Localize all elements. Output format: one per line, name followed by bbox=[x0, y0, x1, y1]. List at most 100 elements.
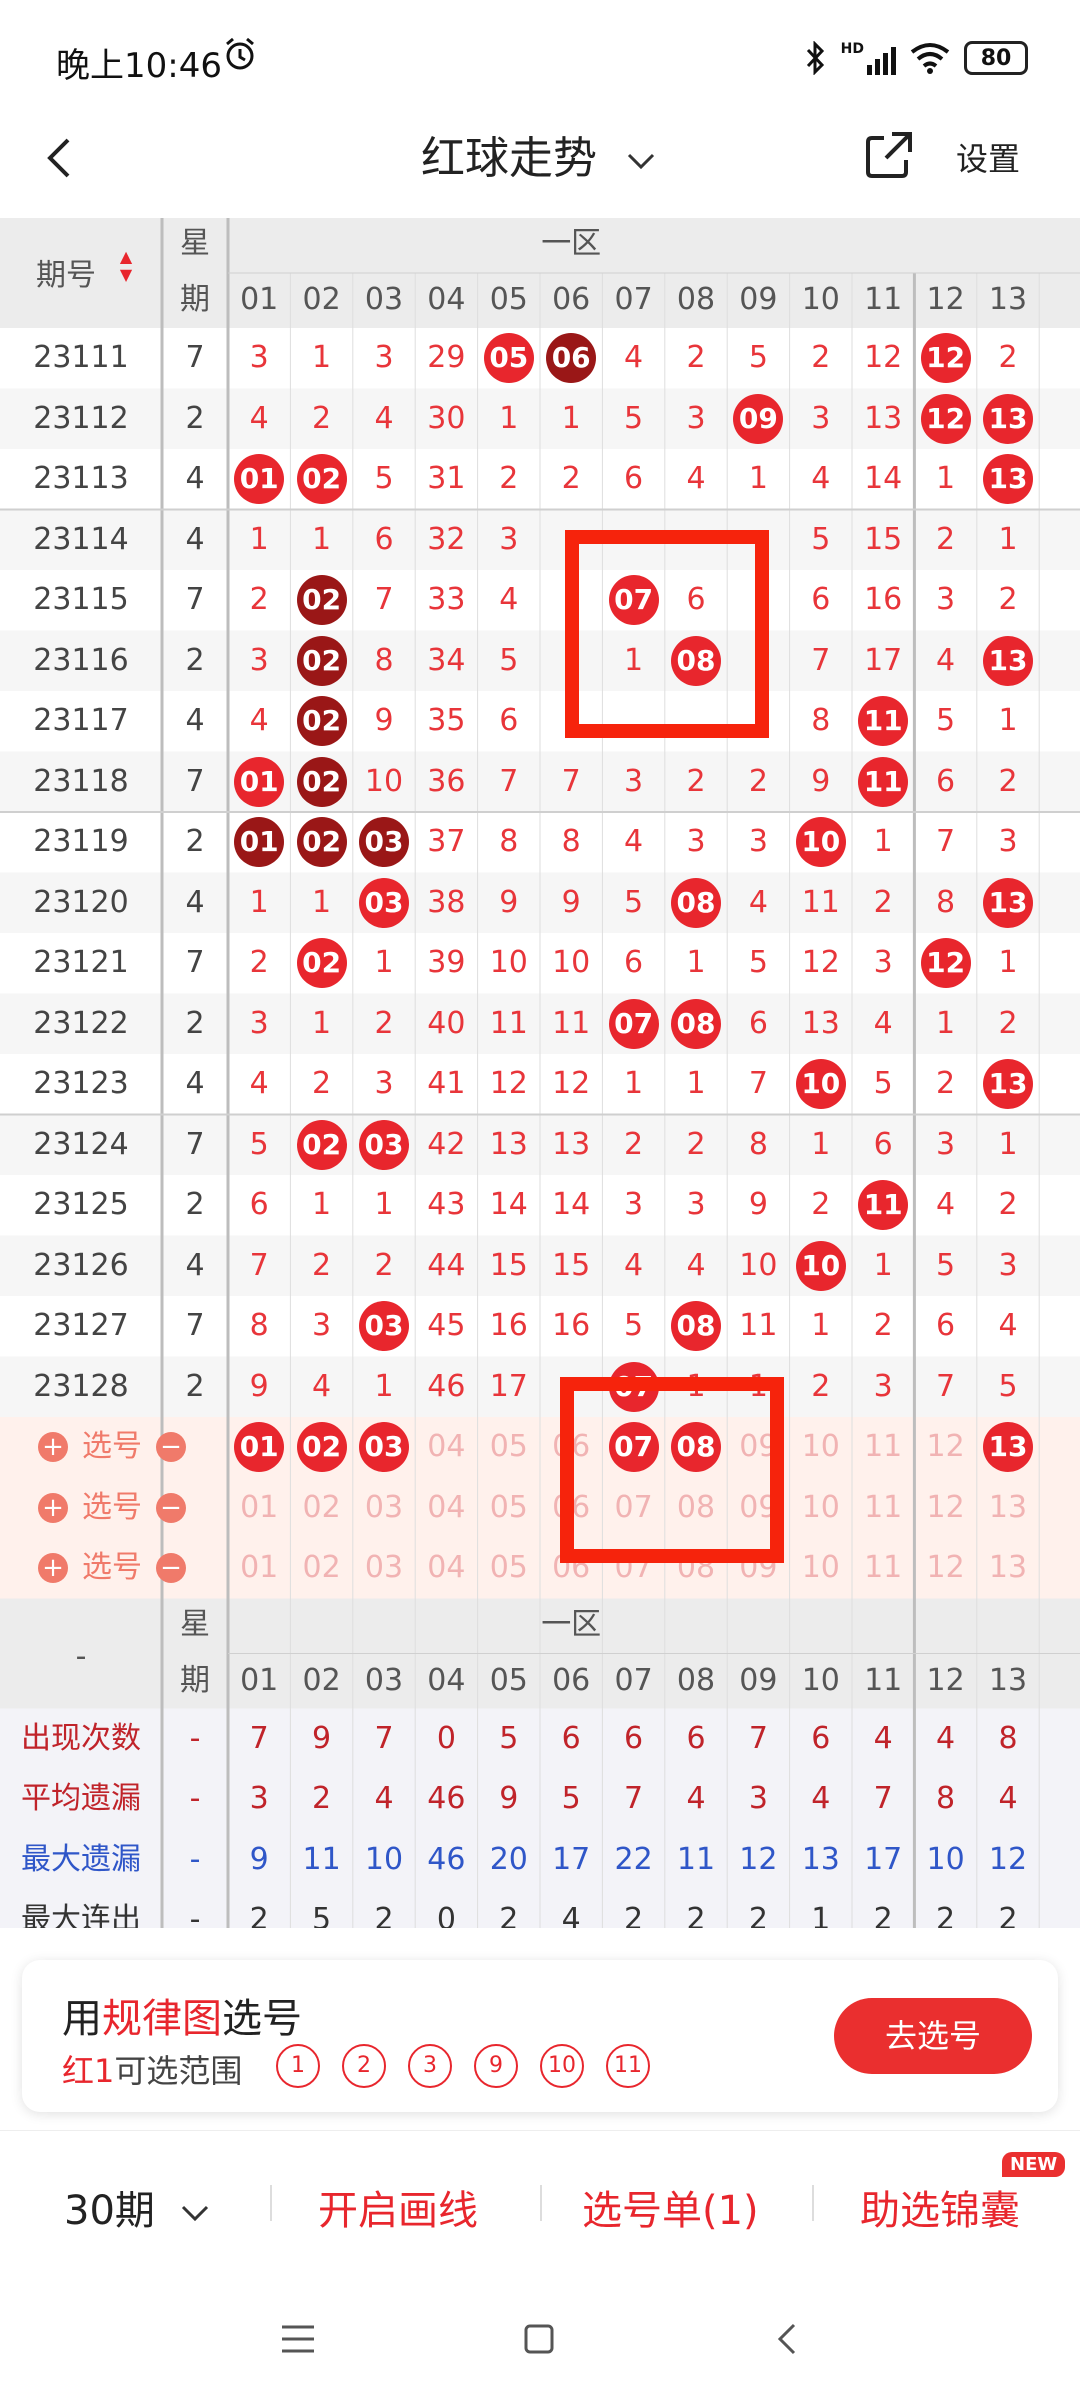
miss-count: 1 bbox=[998, 703, 1018, 738]
sort-icon[interactable]: ▼ bbox=[116, 260, 136, 320]
pick-number[interactable]: 01 bbox=[228, 1478, 290, 1538]
miss-count: 5 bbox=[873, 1066, 893, 1101]
draw-line-button[interactable]: 开启画线 bbox=[318, 2178, 478, 2236]
pick-number[interactable]: 03 bbox=[353, 1478, 415, 1538]
miss-count: 1 bbox=[936, 461, 956, 496]
drawn-ball: 02 bbox=[296, 575, 347, 625]
remove-pick-button[interactable]: − bbox=[156, 1553, 186, 1583]
back-nav-icon[interactable] bbox=[772, 2320, 802, 2358]
pick-number[interactable]: 12 bbox=[914, 1478, 976, 1538]
miss-count: 1 bbox=[686, 945, 706, 980]
miss-count: 1 bbox=[748, 461, 768, 496]
miss-count: 7 bbox=[499, 763, 519, 799]
stats-label: 平均遗漏 bbox=[21, 1781, 141, 1816]
pick-number[interactable]: 04 bbox=[415, 1417, 477, 1477]
go-pick-button[interactable]: 去选号 bbox=[834, 1998, 1032, 2074]
pick-number[interactable]: 10 bbox=[790, 1478, 852, 1538]
selected-pick-ball[interactable]: 02 bbox=[296, 1422, 347, 1472]
selected-pick-ball[interactable]: 13 bbox=[983, 1422, 1033, 1472]
home-icon[interactable] bbox=[522, 2322, 556, 2356]
miss-count: 38 bbox=[427, 884, 466, 920]
stats-value: 46 bbox=[427, 1781, 466, 1816]
col-number-header: 11 bbox=[864, 1662, 903, 1698]
stats-value: 2 bbox=[686, 1902, 706, 1928]
miss-count: 1 bbox=[998, 1126, 1018, 1162]
rule-card-title: 用规律图选号 bbox=[62, 1986, 302, 2044]
miss-count: 9 bbox=[499, 884, 519, 920]
drawn-ball: 12 bbox=[920, 938, 971, 988]
col-week-header: 期 bbox=[180, 282, 210, 317]
pick-number[interactable]: 02 bbox=[290, 1538, 352, 1598]
issue-number: 23124 bbox=[33, 1126, 129, 1162]
miss-count: 7 bbox=[374, 582, 394, 617]
miss-count: 7 bbox=[936, 1368, 956, 1404]
miss-count: 5 bbox=[748, 340, 768, 375]
miss-count: 4 bbox=[374, 400, 394, 436]
pick-number[interactable]: 13 bbox=[977, 1478, 1039, 1538]
col-number-header: 08 bbox=[676, 1662, 716, 1698]
helper-button[interactable]: 助选锦囊 bbox=[860, 2178, 1020, 2236]
pick-number[interactable]: 10 bbox=[790, 1417, 852, 1477]
remove-pick-button[interactable]: − bbox=[156, 1492, 186, 1523]
miss-count: 5 bbox=[624, 400, 644, 436]
miss-count: 6 bbox=[624, 945, 644, 980]
miss-count: 11 bbox=[739, 1308, 778, 1343]
stats-value: 7 bbox=[873, 1781, 893, 1816]
selected-pick-ball[interactable]: 01 bbox=[234, 1422, 285, 1472]
miss-count: 2 bbox=[312, 1247, 332, 1283]
weekday: 7 bbox=[185, 763, 205, 799]
miss-count: 4 bbox=[873, 1005, 893, 1041]
add-pick-button[interactable]: + bbox=[38, 1432, 68, 1462]
pick-number[interactable]: 11 bbox=[852, 1538, 914, 1598]
miss-count: 11 bbox=[489, 1005, 528, 1041]
menu-icon[interactable] bbox=[278, 2322, 318, 2356]
issue-number: 23115 bbox=[33, 582, 129, 617]
settings-button[interactable]: 设置 bbox=[956, 134, 1020, 180]
stats-value: 2 bbox=[624, 1902, 644, 1928]
stats-value: 7 bbox=[748, 1720, 768, 1756]
drawn-ball: 13 bbox=[983, 393, 1033, 444]
issue-number: 23123 bbox=[33, 1066, 129, 1101]
pick-number[interactable]: 11 bbox=[852, 1417, 914, 1477]
pick-number[interactable]: 04 bbox=[415, 1478, 477, 1538]
miss-count: 7 bbox=[561, 763, 581, 799]
add-pick-button[interactable]: + bbox=[38, 1553, 68, 1583]
wifi-icon bbox=[910, 43, 950, 74]
pick-number[interactable]: 05 bbox=[478, 1417, 540, 1477]
toolbar-divider bbox=[540, 2185, 542, 2221]
miss-count: 2 bbox=[686, 1126, 706, 1162]
share-icon[interactable] bbox=[862, 128, 916, 182]
miss-count: 12 bbox=[801, 945, 840, 980]
col-number-header: 11 bbox=[864, 282, 903, 317]
miss-count: 14 bbox=[864, 461, 903, 496]
drawn-ball: 11 bbox=[858, 696, 909, 746]
pick-number[interactable]: 05 bbox=[478, 1478, 540, 1538]
miss-count: 2 bbox=[312, 1066, 332, 1101]
pick-number[interactable]: 10 bbox=[790, 1538, 852, 1598]
pick-number[interactable]: 02 bbox=[290, 1478, 352, 1538]
col-issue-header[interactable]: 期号 bbox=[0, 246, 132, 306]
page-title[interactable]: 红球走势 bbox=[0, 122, 1080, 186]
pick-list-button[interactable]: 选号单(1) bbox=[582, 2178, 759, 2236]
miss-count: 2 bbox=[873, 1308, 893, 1343]
miss-count: 1 bbox=[374, 1187, 394, 1222]
remove-pick-button[interactable]: − bbox=[156, 1432, 186, 1462]
pick-number[interactable]: 12 bbox=[914, 1417, 976, 1477]
miss-count: 3 bbox=[998, 824, 1018, 859]
miss-count: 5 bbox=[249, 1126, 269, 1162]
period-selector[interactable]: 30期 bbox=[64, 2178, 212, 2236]
issue-number: 23118 bbox=[33, 763, 129, 799]
pick-number[interactable]: 05 bbox=[478, 1538, 540, 1598]
pick-number[interactable]: 11 bbox=[852, 1478, 914, 1538]
miss-count: 8 bbox=[936, 884, 956, 920]
pick-number[interactable]: 12 bbox=[914, 1538, 976, 1598]
pick-number[interactable]: 03 bbox=[353, 1538, 415, 1598]
pick-number[interactable]: 04 bbox=[415, 1538, 477, 1598]
miss-count: 8 bbox=[561, 824, 581, 859]
pick-number[interactable]: 13 bbox=[977, 1538, 1039, 1598]
miss-count: 16 bbox=[552, 1308, 591, 1343]
drawn-ball: 05 bbox=[483, 333, 534, 383]
pick-number[interactable]: 01 bbox=[228, 1538, 290, 1598]
selected-pick-ball[interactable]: 03 bbox=[359, 1422, 409, 1472]
add-pick-button[interactable]: + bbox=[38, 1492, 68, 1523]
